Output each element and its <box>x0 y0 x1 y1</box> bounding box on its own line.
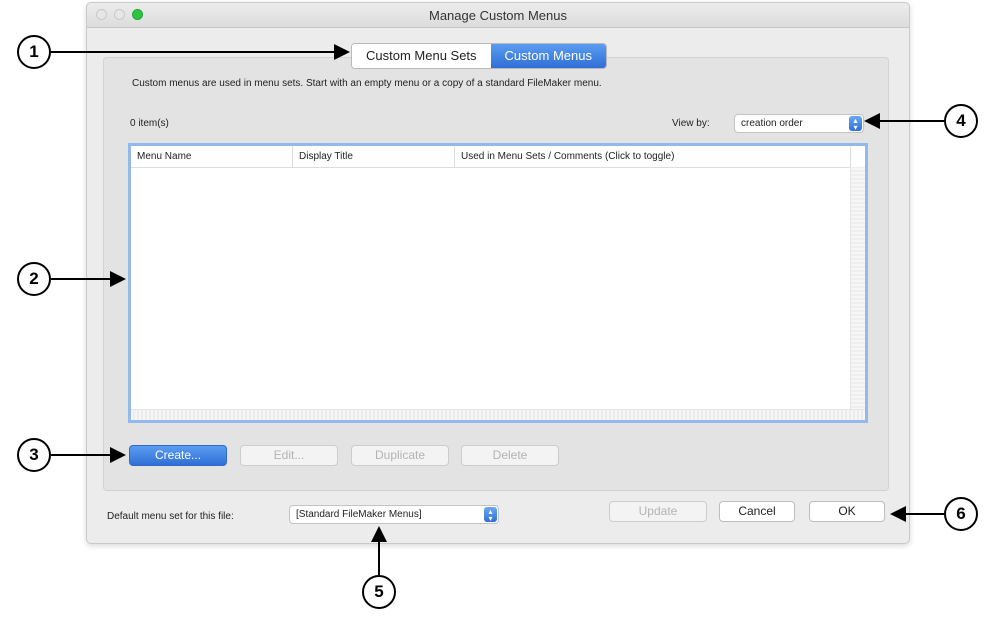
tab-custom-menus[interactable]: Custom Menus <box>490 44 606 68</box>
callout-arrows <box>51 44 944 575</box>
tab-bar: Custom Menu Sets Custom Menus <box>351 43 607 69</box>
tab-custom-menu-sets[interactable]: Custom Menu Sets <box>352 44 491 68</box>
